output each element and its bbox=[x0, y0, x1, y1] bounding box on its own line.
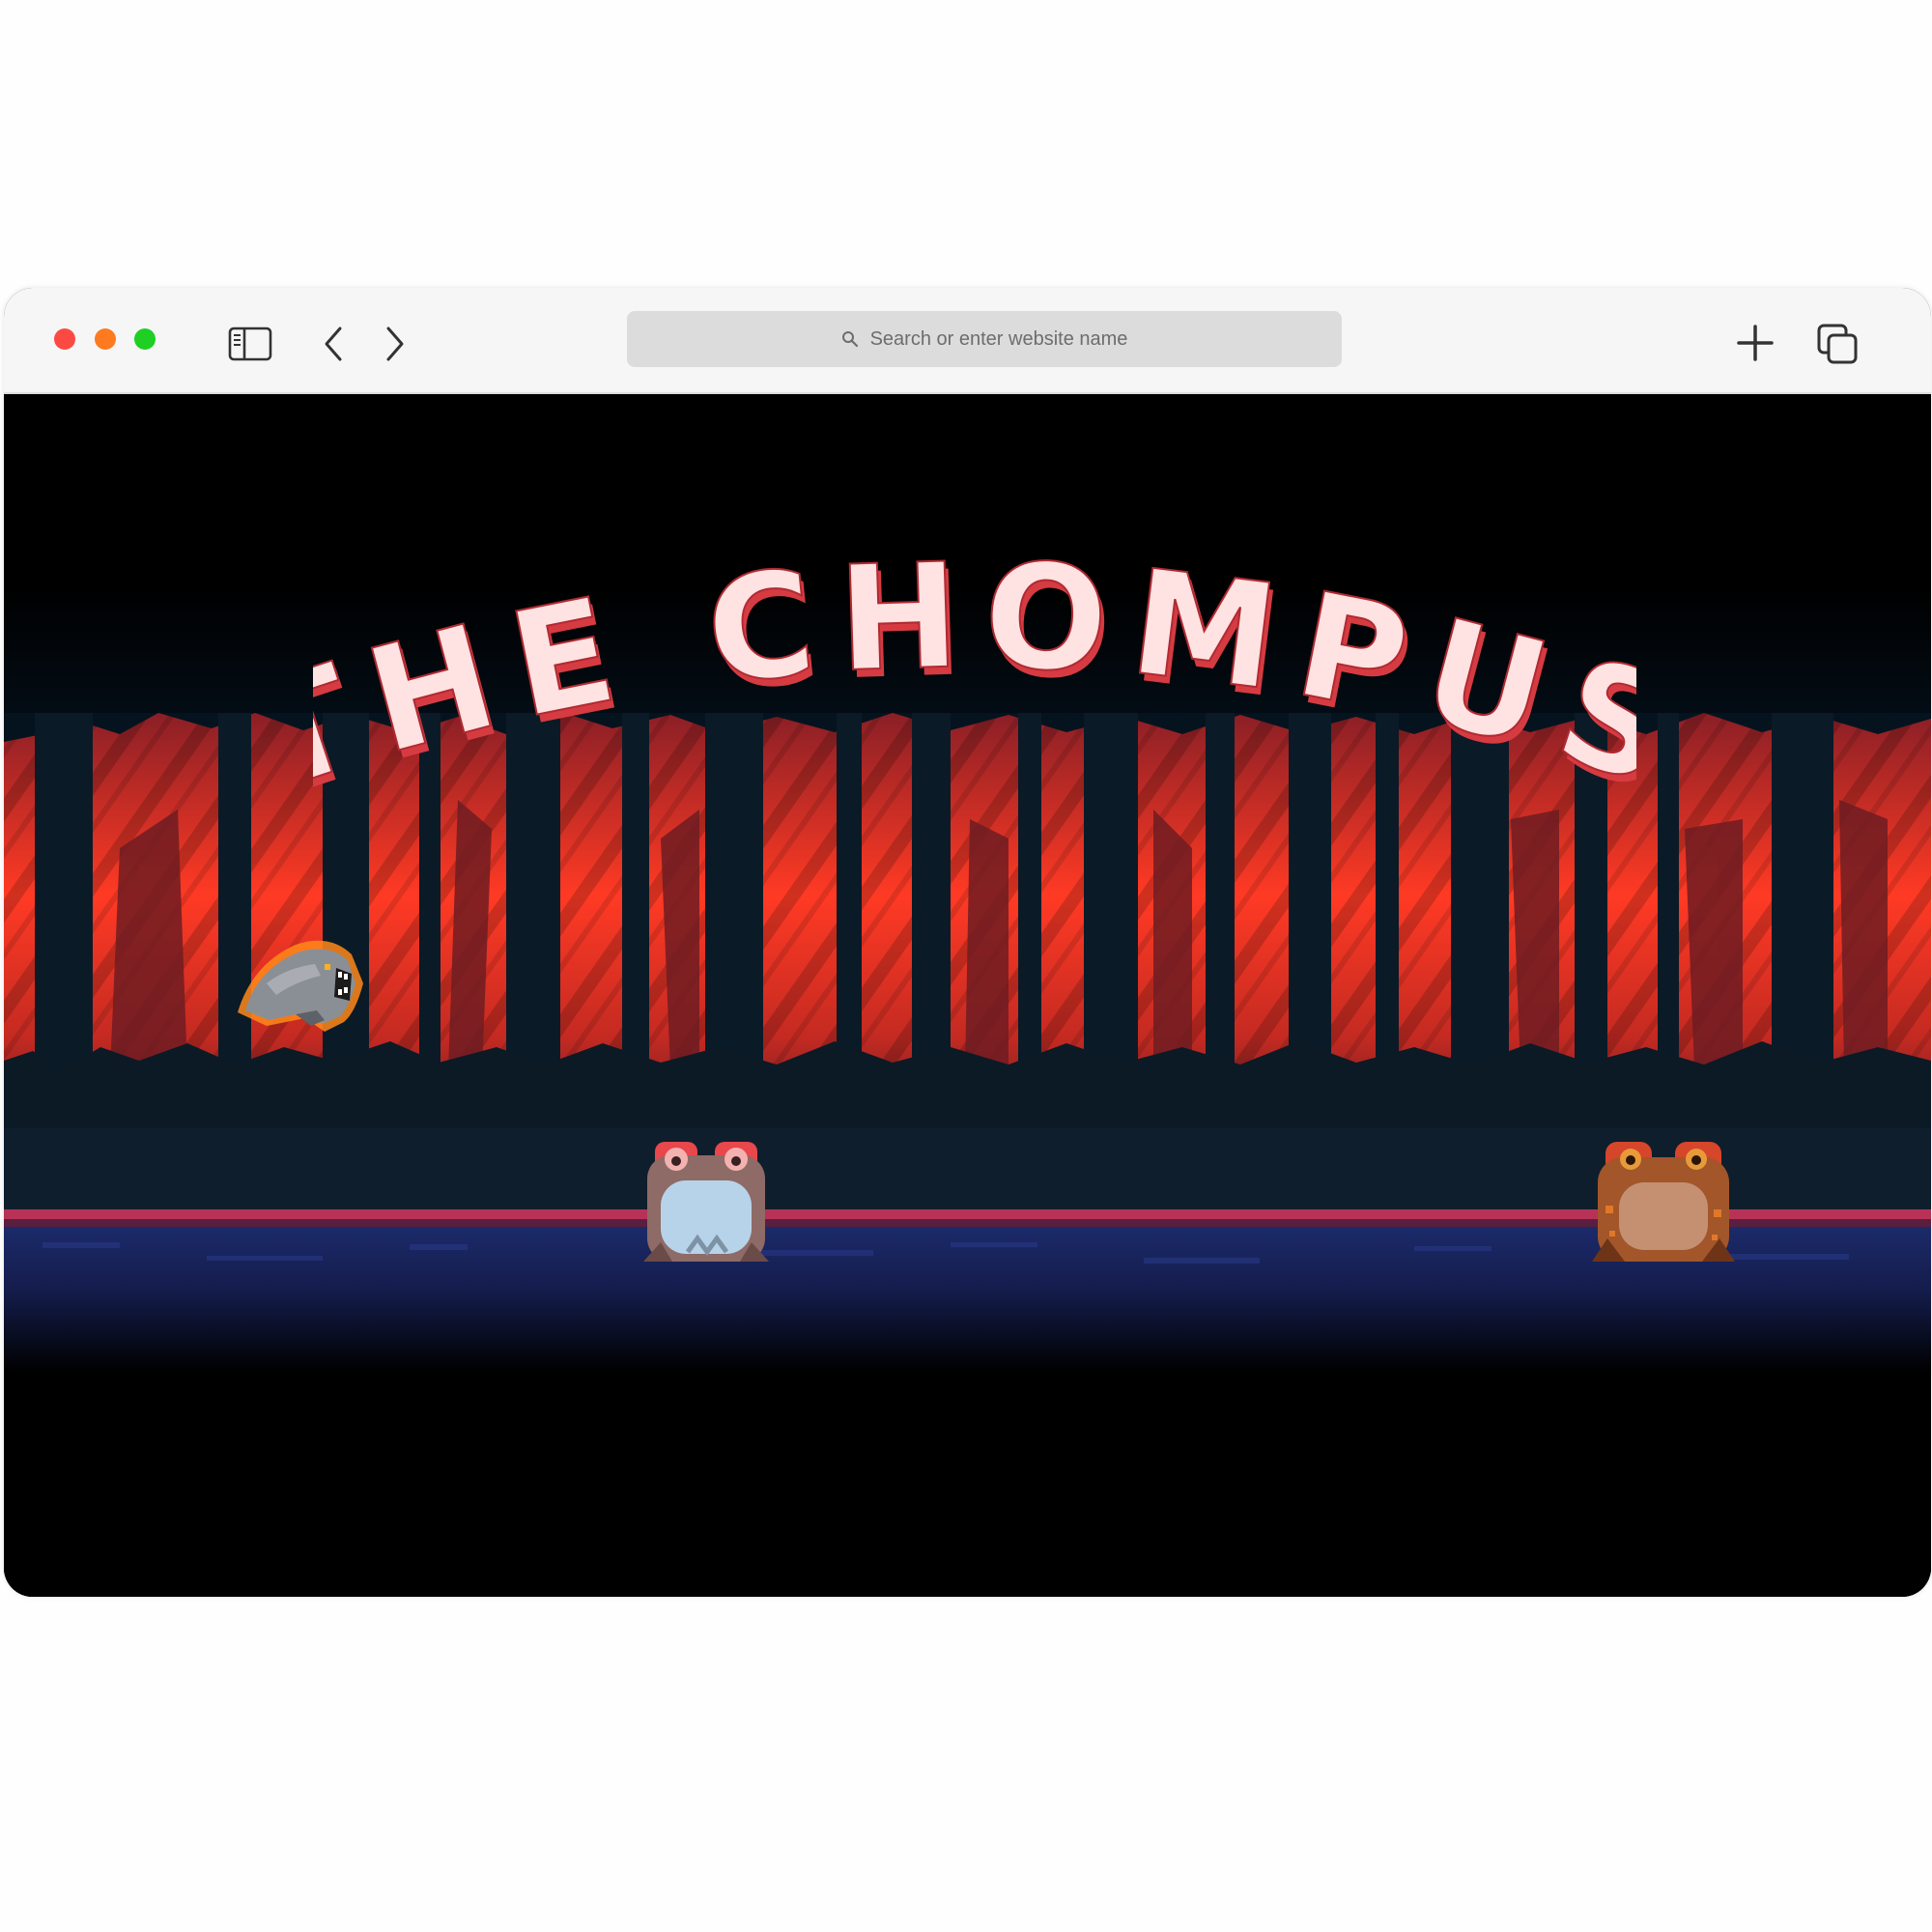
browser-window: Search or enter website name HE CHOMPU H… bbox=[4, 288, 1931, 1597]
chompus-sprite bbox=[238, 940, 363, 1032]
plus-icon[interactable] bbox=[1735, 323, 1776, 363]
brown-toad-sprite bbox=[1592, 1142, 1735, 1262]
address-bar[interactable]: Search or enter website name bbox=[627, 311, 1342, 367]
minimize-window-button[interactable] bbox=[95, 328, 116, 350]
zoom-window-button[interactable] bbox=[134, 328, 156, 350]
close-window-button[interactable] bbox=[54, 328, 75, 350]
game-viewport[interactable]: THE CHOMPUS THE CHOMPUS bbox=[4, 394, 1931, 1597]
chevron-right-icon[interactable] bbox=[383, 325, 408, 363]
game-title: THE CHOMPUS THE CHOMPUS bbox=[313, 549, 1636, 800]
browser-toolbar: Search or enter website name bbox=[4, 288, 1931, 394]
magnifier-icon bbox=[841, 331, 858, 348]
address-placeholder: Search or enter website name bbox=[869, 327, 1128, 350]
chevron-left-icon[interactable] bbox=[321, 325, 346, 363]
sidebar-toggle-icon[interactable] bbox=[228, 327, 272, 361]
tab-overview-icon[interactable] bbox=[1816, 323, 1859, 365]
blue-frog-sprite bbox=[643, 1142, 769, 1262]
